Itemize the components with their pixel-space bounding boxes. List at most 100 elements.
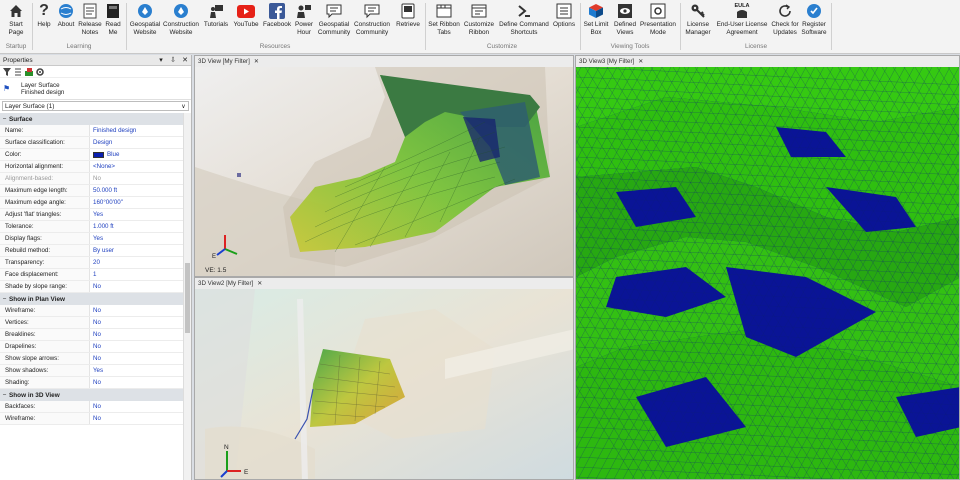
3d-view-panel: 3D View [My Filter] ✕ VE: 1.5 E xyxy=(194,55,574,277)
property-row[interactable]: Rebuild method: By user xyxy=(0,245,183,257)
property-value[interactable]: 50.000 ft xyxy=(90,187,117,194)
youtube-button[interactable]: YouTube xyxy=(233,2,259,29)
property-row[interactable]: Vertices: No xyxy=(0,317,183,329)
property-row[interactable]: Adjust 'flat' triangles: Yes xyxy=(0,209,183,221)
property-row[interactable]: Surface classification: Design xyxy=(0,137,183,149)
property-row[interactable]: Display flags: Yes xyxy=(0,233,183,245)
property-value[interactable]: Blue xyxy=(90,151,119,158)
geospatial-community-button[interactable]: Geospatial Community xyxy=(316,2,352,36)
property-value[interactable]: Design xyxy=(90,139,112,146)
property-value[interactable]: No xyxy=(90,379,101,386)
property-value[interactable]: No xyxy=(90,307,101,314)
collapse-icon[interactable]: − xyxy=(0,296,9,303)
close-icon[interactable]: ✕ xyxy=(638,58,643,65)
property-row[interactable]: Maximum edge angle: 160°00'00" xyxy=(0,197,183,209)
object-selector-dropdown[interactable]: Layer Surface (1) ∨ xyxy=(2,101,189,111)
power-hour-button[interactable]: Power Hour xyxy=(293,2,315,36)
3d-view2-canvas[interactable]: N E xyxy=(195,289,573,479)
check-updates-button[interactable]: Check for Updates xyxy=(769,2,801,36)
property-row[interactable]: Drapelines: No xyxy=(0,341,183,353)
settings-gear-icon[interactable] xyxy=(36,67,44,76)
tutorials-button[interactable]: Tutorials xyxy=(202,2,230,29)
collapse-icon[interactable]: − xyxy=(0,116,9,123)
property-value[interactable]: No xyxy=(90,343,101,350)
property-value[interactable]: No xyxy=(90,403,101,410)
define-command-shortcuts-button[interactable]: Define Command Shortcuts xyxy=(497,2,551,36)
property-value[interactable]: Yes xyxy=(90,211,103,218)
section-header[interactable]: − Surface xyxy=(0,113,183,125)
read-me-button[interactable]: Read Me xyxy=(104,2,122,36)
close-icon[interactable]: ✕ xyxy=(179,56,191,64)
define-command-shortcuts-label: Define Command Shortcuts xyxy=(499,21,549,36)
sort-icon[interactable] xyxy=(14,68,22,76)
property-value[interactable]: 1 xyxy=(90,271,96,278)
3d-view-canvas[interactable]: VE: 1.5 E xyxy=(195,67,573,276)
property-row[interactable]: Wireframe: No xyxy=(0,413,183,425)
filter-icon[interactable] xyxy=(3,67,11,76)
construction-community-button[interactable]: Construction Community xyxy=(353,2,391,36)
release-notes-button[interactable]: Release Notes xyxy=(78,2,102,36)
property-scrollbar[interactable] xyxy=(183,113,191,480)
property-row[interactable]: Alignment-based: No xyxy=(0,173,183,185)
property-value[interactable]: 20 xyxy=(90,259,100,266)
property-value[interactable]: No xyxy=(90,319,101,326)
property-row[interactable]: Horizontal alignment: <None> xyxy=(0,161,183,173)
property-value[interactable]: <None> xyxy=(90,163,115,170)
defined-views-button[interactable]: Defined Views xyxy=(612,2,638,36)
property-value[interactable]: No xyxy=(90,175,101,182)
property-row[interactable]: Show shadows: Yes xyxy=(0,365,183,377)
property-row[interactable]: Shading: No xyxy=(0,377,183,389)
pin-icon[interactable]: ⇩ xyxy=(167,56,179,64)
retrieve-button[interactable]: Retrieve xyxy=(394,2,422,29)
property-row[interactable]: Wireframe: No xyxy=(0,305,183,317)
facebook-button[interactable]: Facebook xyxy=(263,2,291,29)
property-value[interactable]: No xyxy=(90,283,101,290)
scrollbar-thumb[interactable] xyxy=(185,263,190,333)
3d-view3-canvas[interactable] xyxy=(576,67,959,479)
license-manager-button[interactable]: License Manager xyxy=(683,2,713,36)
presentation-mode-button[interactable]: Presentation Mode xyxy=(639,2,677,36)
layers-icon[interactable] xyxy=(25,67,33,76)
help-button[interactable]: ? Help xyxy=(36,2,52,29)
construction-website-button[interactable]: Construction Website xyxy=(163,2,199,36)
section-header[interactable]: − Show in Plan View xyxy=(0,293,183,305)
options-button[interactable]: Options xyxy=(551,2,577,29)
property-row[interactable]: Transparency: 20 xyxy=(0,257,183,269)
set-limit-box-button[interactable]: Set Limit Box xyxy=(582,2,610,36)
property-value[interactable]: No xyxy=(90,415,101,422)
geospatial-website-button[interactable]: Geospatial Website xyxy=(128,2,162,36)
customize-ribbon-button[interactable]: Customize Ribbon xyxy=(462,2,496,36)
property-value[interactable]: Yes xyxy=(90,367,103,374)
collapse-icon[interactable]: − xyxy=(0,392,9,399)
about-button[interactable]: About xyxy=(55,2,77,29)
set-ribbon-tabs-button[interactable]: Set Ribbon Tabs xyxy=(427,2,461,36)
property-value[interactable]: Finished design xyxy=(90,127,136,134)
property-value[interactable]: No xyxy=(90,355,101,362)
tab-3d-view3[interactable]: 3D View3 [My Filter] ✕ xyxy=(576,56,646,66)
property-row[interactable]: Show slope arrows: No xyxy=(0,353,183,365)
section-header[interactable]: − Show in 3D View xyxy=(0,389,183,401)
tab-3d-view2[interactable]: 3D View2 [My Filter] ✕ xyxy=(195,278,265,288)
property-value[interactable]: By user xyxy=(90,247,114,254)
property-row[interactable]: Tolerance: 1.000 ft xyxy=(0,221,183,233)
tab-3d-view[interactable]: 3D View [My Filter] ✕ xyxy=(195,56,262,66)
property-value[interactable]: Yes xyxy=(90,235,103,242)
property-row[interactable]: Maximum edge length: 50.000 ft xyxy=(0,185,183,197)
start-page-button[interactable]: Start Page xyxy=(5,2,27,36)
property-row[interactable]: Breaklines: No xyxy=(0,329,183,341)
property-value[interactable]: 1.000 ft xyxy=(90,223,114,230)
eula-button[interactable]: EULA End-User License Agreement xyxy=(715,2,769,36)
register-software-button[interactable]: Register Software xyxy=(800,2,828,36)
property-value[interactable]: 160°00'00" xyxy=(90,199,123,206)
close-icon[interactable]: ✕ xyxy=(254,58,259,65)
property-row[interactable]: Backfaces: No xyxy=(0,401,183,413)
property-row[interactable]: Face displacement: 1 xyxy=(0,269,183,281)
color-swatch[interactable] xyxy=(93,151,104,158)
property-row[interactable]: Color: Blue xyxy=(0,149,183,161)
property-row[interactable]: Shade by slope range: No xyxy=(0,281,183,293)
property-value-text: Design xyxy=(93,139,113,146)
close-icon[interactable]: ✕ xyxy=(257,280,262,287)
property-row[interactable]: Name: Finished design xyxy=(0,125,183,137)
panel-menu-icon[interactable]: ▾ xyxy=(155,56,167,64)
property-value[interactable]: No xyxy=(90,331,101,338)
